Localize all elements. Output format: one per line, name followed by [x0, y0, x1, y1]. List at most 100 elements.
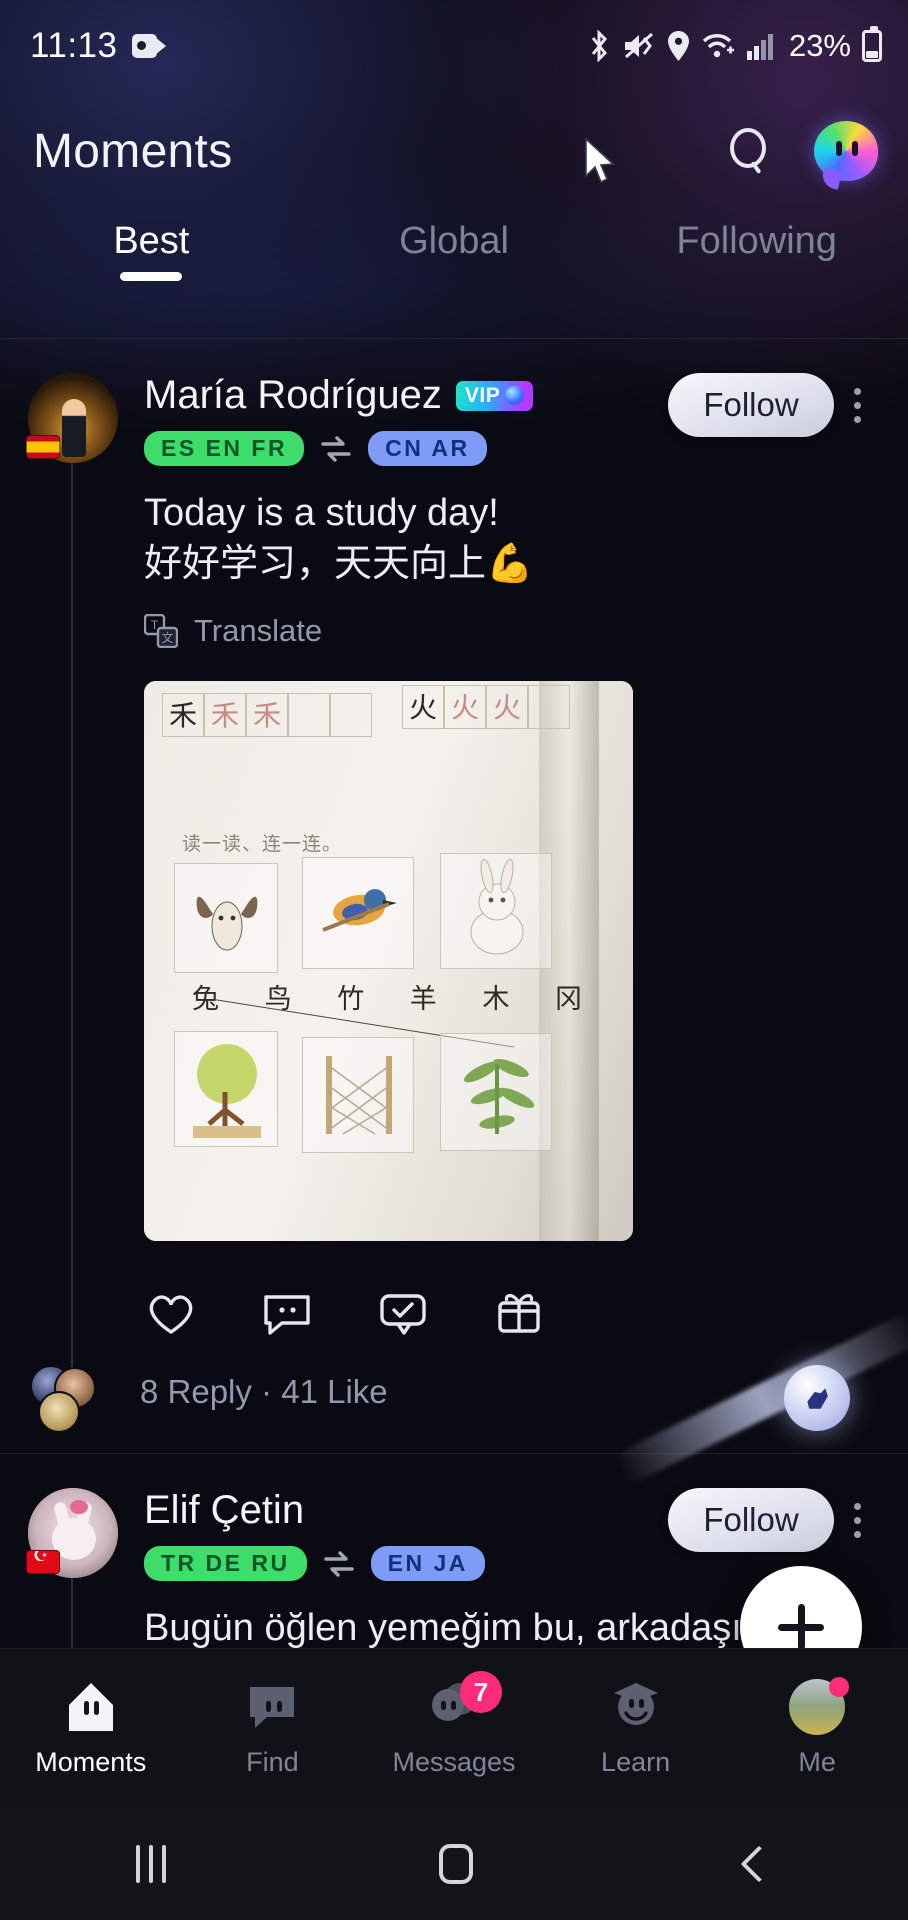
source-languages: TR DE RU [144, 1546, 307, 1581]
tab-label: Global [303, 220, 606, 263]
bamboo-illustration [441, 1034, 553, 1152]
nav-label: Moments [35, 1747, 146, 1778]
translate-button[interactable]: T 文 Translate [144, 613, 880, 649]
avatar[interactable] [28, 373, 118, 463]
workbook-prompt: 读一读、连一连。 [182, 829, 342, 856]
stats-label[interactable]: 8 Reply · 41 Like [140, 1373, 388, 1411]
post-image[interactable]: 禾 禾 禾 火 火 火 读一读、连一连。 [144, 681, 633, 1241]
graduation-smiley-icon [606, 1679, 666, 1735]
nav-item-messages[interactable]: 7 Messages [363, 1679, 545, 1778]
nav-label: Me [798, 1747, 836, 1778]
status-time: 11:13 [30, 26, 118, 66]
more-options-icon[interactable] [834, 373, 880, 437]
svg-text:文: 文 [161, 630, 173, 645]
word-bank-char: 羊 [410, 977, 437, 1016]
heart-icon[interactable] [144, 1285, 198, 1339]
tree-illustration [175, 1032, 279, 1148]
tab-label: Best [0, 220, 303, 263]
gift-icon[interactable] [492, 1285, 546, 1339]
nav-item-moments[interactable]: Moments [0, 1679, 182, 1778]
workbook-word-bank: 兔 鸟 竹 羊 木 冈 [192, 977, 582, 1016]
thread-line [71, 447, 73, 1376]
comment-icon[interactable] [260, 1285, 314, 1339]
word-bank-char: 冈 [555, 977, 582, 1016]
nav-label: Learn [601, 1747, 670, 1778]
android-system-nav [0, 1808, 908, 1920]
app-header: Moments [0, 98, 908, 204]
target-languages: CN AR [368, 431, 486, 466]
search-icon[interactable] [724, 126, 774, 176]
translate-icon: T 文 [144, 614, 178, 648]
swap-icon [319, 435, 353, 463]
vip-label: VIP [465, 384, 500, 408]
post-stats: 8 Reply · 41 Like [0, 1339, 908, 1453]
reactor-avatars[interactable] [24, 1365, 120, 1419]
nav-item-learn[interactable]: Learn [545, 1679, 727, 1778]
wifi-icon [701, 32, 735, 60]
camera-icon [132, 34, 166, 58]
tab-following[interactable]: Following [605, 206, 908, 263]
tab-global[interactable]: Global [303, 206, 606, 263]
spain-flag-icon [26, 435, 60, 459]
post-header: Elif Çetin TR DE RU EN JA Follow [0, 1454, 908, 1581]
swap-icon [322, 1550, 356, 1578]
author-name[interactable]: Elif Çetin [144, 1488, 304, 1533]
word-bank-char: 兔 [192, 977, 219, 1016]
house-icon [61, 1679, 121, 1735]
phone-screen: 11:13 [0, 0, 908, 1920]
turkey-flag-icon [26, 1550, 60, 1574]
nav-item-me[interactable]: Me [726, 1679, 908, 1778]
status-icons: 23% [587, 28, 882, 64]
follow-button[interactable]: Follow [668, 1488, 834, 1552]
rabbit-illustration [441, 854, 553, 970]
divider [0, 338, 908, 339]
battery-percent: 23% [789, 28, 851, 64]
chat-bubble-avatar[interactable] [814, 121, 878, 181]
post-text-line2: 好好学习，天天向上💪 [144, 539, 880, 590]
bird-illustration [303, 858, 415, 970]
nav-label: Messages [392, 1747, 515, 1778]
messages-badge: 7 [460, 1671, 502, 1713]
vip-orb-icon [505, 386, 524, 405]
language-pair: TR DE RU EN JA [144, 1546, 654, 1581]
vip-badge: VIP [456, 381, 533, 411]
nav-label: Find [246, 1747, 299, 1778]
check-bubble-icon[interactable] [376, 1285, 430, 1339]
back-button[interactable] [740, 1846, 777, 1883]
author-name[interactable]: María Rodríguez [144, 373, 442, 418]
source-languages: ES EN FR [144, 431, 304, 466]
target-languages: EN JA [371, 1546, 485, 1581]
post-header: María Rodríguez VIP ES EN FR CN AR [0, 339, 908, 466]
post-body: Today is a study day! 好好学习，天天向上💪 T 文 Tra… [0, 466, 908, 1339]
word-bank-char: 竹 [337, 977, 364, 1016]
signal-icon [746, 31, 776, 61]
goat-illustration [175, 864, 279, 974]
profile-avatar-icon [787, 1679, 847, 1735]
recents-button[interactable] [136, 1845, 166, 1883]
language-pair: ES EN FR CN AR [144, 431, 654, 466]
mouse-cursor [584, 138, 618, 186]
notification-dot [829, 1677, 849, 1697]
net-illustration [303, 1038, 415, 1154]
mute-vibrate-icon [622, 31, 656, 61]
post-text-line1: Today is a study day! [144, 488, 880, 539]
bottom-navigation: Moments Find 7 Mess [0, 1648, 908, 1808]
tab-active-indicator [120, 272, 182, 281]
nav-item-find[interactable]: Find [182, 1679, 364, 1778]
feed-tabs: Best Global Following [0, 206, 908, 302]
header-actions [724, 121, 878, 181]
avatar[interactable] [28, 1488, 118, 1578]
status-bar: 11:13 [0, 0, 908, 92]
battery-icon [862, 30, 882, 62]
word-bank-char: 木 [482, 977, 509, 1016]
post-actions [144, 1241, 880, 1339]
follow-button[interactable]: Follow [668, 373, 834, 437]
home-button[interactable] [439, 1844, 473, 1884]
tab-label: Following [605, 220, 908, 263]
translate-label: Translate [194, 613, 322, 649]
page-title: Moments [33, 124, 233, 179]
more-options-icon[interactable] [834, 1488, 880, 1552]
post-item: María Rodríguez VIP ES EN FR CN AR [0, 339, 908, 1454]
tab-best[interactable]: Best [0, 206, 303, 263]
bluetooth-icon [587, 30, 611, 62]
